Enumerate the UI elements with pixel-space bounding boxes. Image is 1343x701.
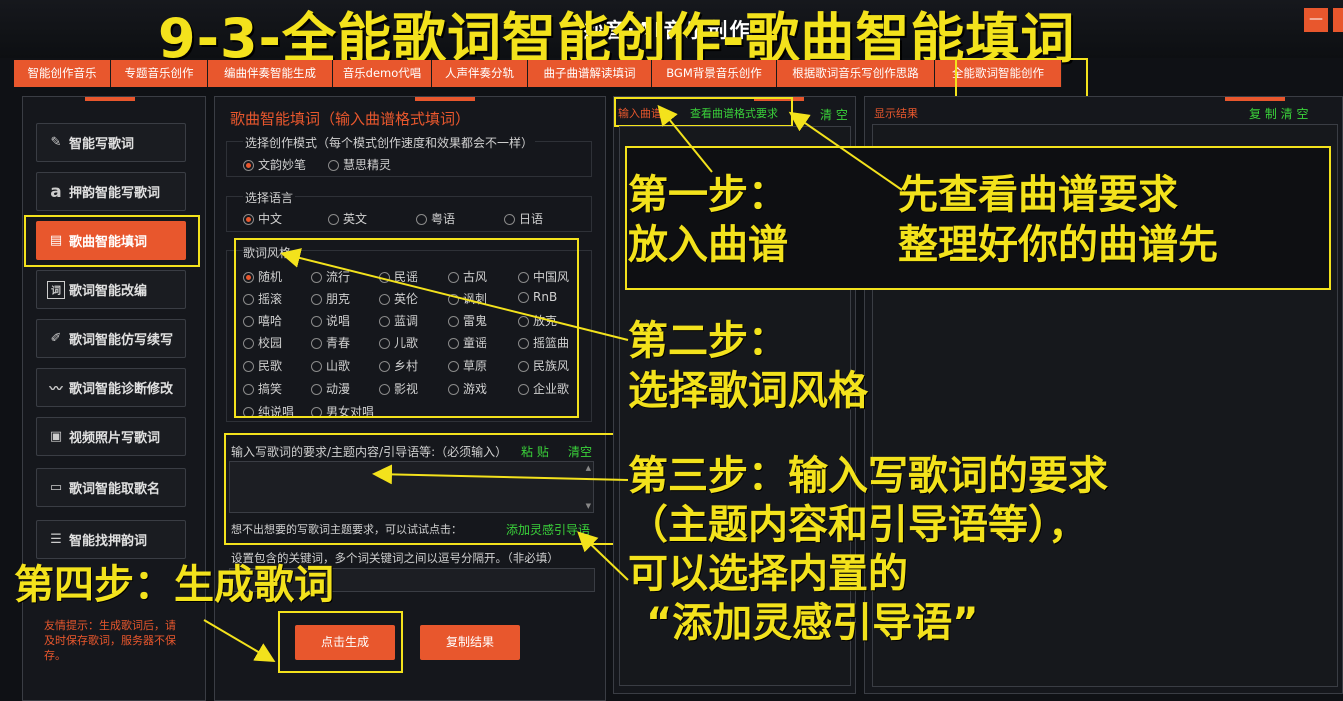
option-label: 英文 (343, 212, 368, 226)
sidebar-item-imitate-lyrics[interactable]: ✐ 歌词智能仿写续写 (36, 319, 186, 358)
sidebar-item-label: 歌词智能仿写续写 (69, 333, 174, 348)
sliders-icon: ☰ (50, 532, 62, 547)
tab-demo-sing[interactable]: 音乐demo代唱 (333, 60, 432, 87)
option-label: 粤语 (431, 212, 456, 226)
annotation-line: 第三步：输入写歌词的要求 (628, 453, 1108, 499)
tab-topic-music[interactable]: 专题音乐创作 (111, 60, 208, 87)
tab-vocal-split[interactable]: 人声伴奏分轨 (432, 60, 528, 87)
radio-icon (328, 214, 339, 225)
result-title: 显示结果 (874, 107, 918, 120)
annotation-line: 选择歌词风格 (628, 368, 868, 414)
radio-icon (328, 160, 339, 171)
language-option-yue[interactable]: 粤语 (416, 210, 455, 227)
pulse-icon: 〰 (49, 382, 63, 397)
sidebar-item-label: 歌词智能取歌名 (69, 482, 161, 497)
annotation-step3: 第三步：输入写歌词的要求 （主题内容和引导语等）， 可以选择内置的 “添加灵感引… (628, 452, 1108, 648)
save-tip: 友情提示：生成歌词后，请及时保存歌词，服务器不保存。 (44, 619, 176, 662)
option-label: 文韵妙笔 (258, 158, 307, 172)
language-option-zh[interactable]: 中文 (243, 210, 282, 227)
minimize-button[interactable]: — (1304, 8, 1328, 32)
mode-label: 选择创作模式（每个模式创作速度和效果都会不一样） (243, 134, 536, 151)
radio-icon (243, 214, 254, 225)
sidebar-item-adapt-lyrics[interactable]: 词歌词智能改编 (36, 270, 186, 309)
option-label: 中文 (258, 212, 283, 226)
panel-deco (85, 97, 135, 101)
photo-icon: ▣ (49, 429, 63, 444)
sidebar-item-diagnose-lyrics[interactable]: 〰歌词智能诊断修改 (36, 368, 186, 407)
mode-option-1[interactable]: 文韵妙笔 (243, 156, 306, 173)
annotation-step1: 第一步： 放入曲谱 (628, 170, 788, 270)
sidebar-item-song-name[interactable]: ▭ 歌词智能取歌名 (36, 468, 186, 507)
radio-icon (243, 160, 254, 171)
tab-smart-music[interactable]: 智能创作音乐 (14, 60, 111, 87)
sidebar-item-label: 歌词智能诊断修改 (69, 382, 174, 397)
pencil-icon: ✐ (50, 331, 62, 346)
sheet-header-highlight (614, 97, 793, 127)
option-label: 慧思精灵 (343, 158, 392, 172)
form-heading: 歌曲智能填词（输入曲谱格式填词） (230, 110, 471, 128)
sidebar-item-label: 智能找押韵词 (69, 534, 148, 549)
word-icon: 词 (47, 280, 65, 299)
language-option-en[interactable]: 英文 (328, 210, 367, 227)
annotation-line: 整理好你的曲谱先 (898, 222, 1218, 268)
close-button[interactable] (1333, 8, 1343, 32)
sidebar-item-label: 视频照片写歌词 (69, 431, 161, 446)
annotation-line: 放入曲谱 (628, 222, 788, 268)
radio-icon (416, 214, 427, 225)
sidebar-highlight (24, 215, 200, 267)
sidebar-item-label: 歌词智能改编 (69, 284, 148, 299)
annotation-line: 第一步： (628, 172, 788, 218)
panel-deco (415, 97, 475, 101)
sidebar-item-photo-lyrics[interactable]: ▣ 视频照片写歌词 (36, 417, 186, 456)
style-highlight (234, 238, 579, 418)
generate-highlight (278, 611, 403, 673)
language-label: 选择语言 (243, 189, 296, 206)
language-option-ja[interactable]: 日语 (504, 210, 543, 227)
annotation-step2: 第二步： 选择歌词风格 (628, 316, 868, 416)
annotation-check-format: 先查看曲谱要求 整理好你的曲谱先 (898, 170, 1218, 270)
sidebar-item-label: 押韵智能写歌词 (69, 186, 161, 201)
sidebar-item-label: 智能写歌词 (69, 137, 135, 152)
clear-sheet-button[interactable]: 清 空 (820, 106, 848, 123)
copy-result-button[interactable]: 复制结果 (420, 625, 520, 660)
mode-option-2[interactable]: 慧思精灵 (328, 156, 391, 173)
annotation-line: “添加灵感引导语” (646, 600, 979, 646)
hint-text: 想不出想要的写歌词主题要求，可以试试点击： (231, 523, 462, 536)
panel-deco (1225, 97, 1285, 101)
sidebar-item-find-rhymes[interactable]: ☰ 智能找押韵词 (36, 520, 186, 559)
sidebar-item-rhyme-lyrics[interactable]: a 押韵智能写歌词 (36, 172, 186, 211)
annotation-line: 第二步： (628, 318, 788, 364)
annotation-line: （主题内容和引导语等）， (628, 502, 1088, 548)
annotation-step4: 第四步：生成歌词 (14, 562, 334, 608)
sidebar-item-write-lyrics[interactable]: ✎ 智能写歌词 (36, 123, 186, 162)
letter-a-icon: a (50, 181, 62, 202)
minimize-icon: — (1309, 11, 1323, 27)
pen-icon: ✎ (50, 135, 62, 150)
tab-sheet-fill[interactable]: 曲子曲谱解读填词 (528, 60, 652, 87)
copy-clear-buttons[interactable]: 复 制 清 空 (1249, 105, 1308, 122)
tag-icon: ▭ (49, 480, 63, 495)
tab-bar: 智能创作音乐 专题音乐创作 编曲伴奏智能生成 音乐demo代唱 人声伴奏分轨 曲… (14, 60, 1062, 87)
option-label: 日语 (519, 212, 544, 226)
annotation-line: 先查看曲谱要求 (898, 172, 1178, 218)
tab-bgm[interactable]: BGM背景音乐创作 (652, 60, 777, 87)
radio-icon (504, 214, 515, 225)
annotation-line: 可以选择内置的 (628, 551, 908, 597)
add-inspiration-button[interactable]: 添加灵感引导语 (506, 521, 590, 538)
tab-arrangement[interactable]: 编曲伴奏智能生成 (208, 60, 333, 87)
tab-lyrics-idea[interactable]: 根据歌词音乐写创作思路 (777, 60, 935, 87)
